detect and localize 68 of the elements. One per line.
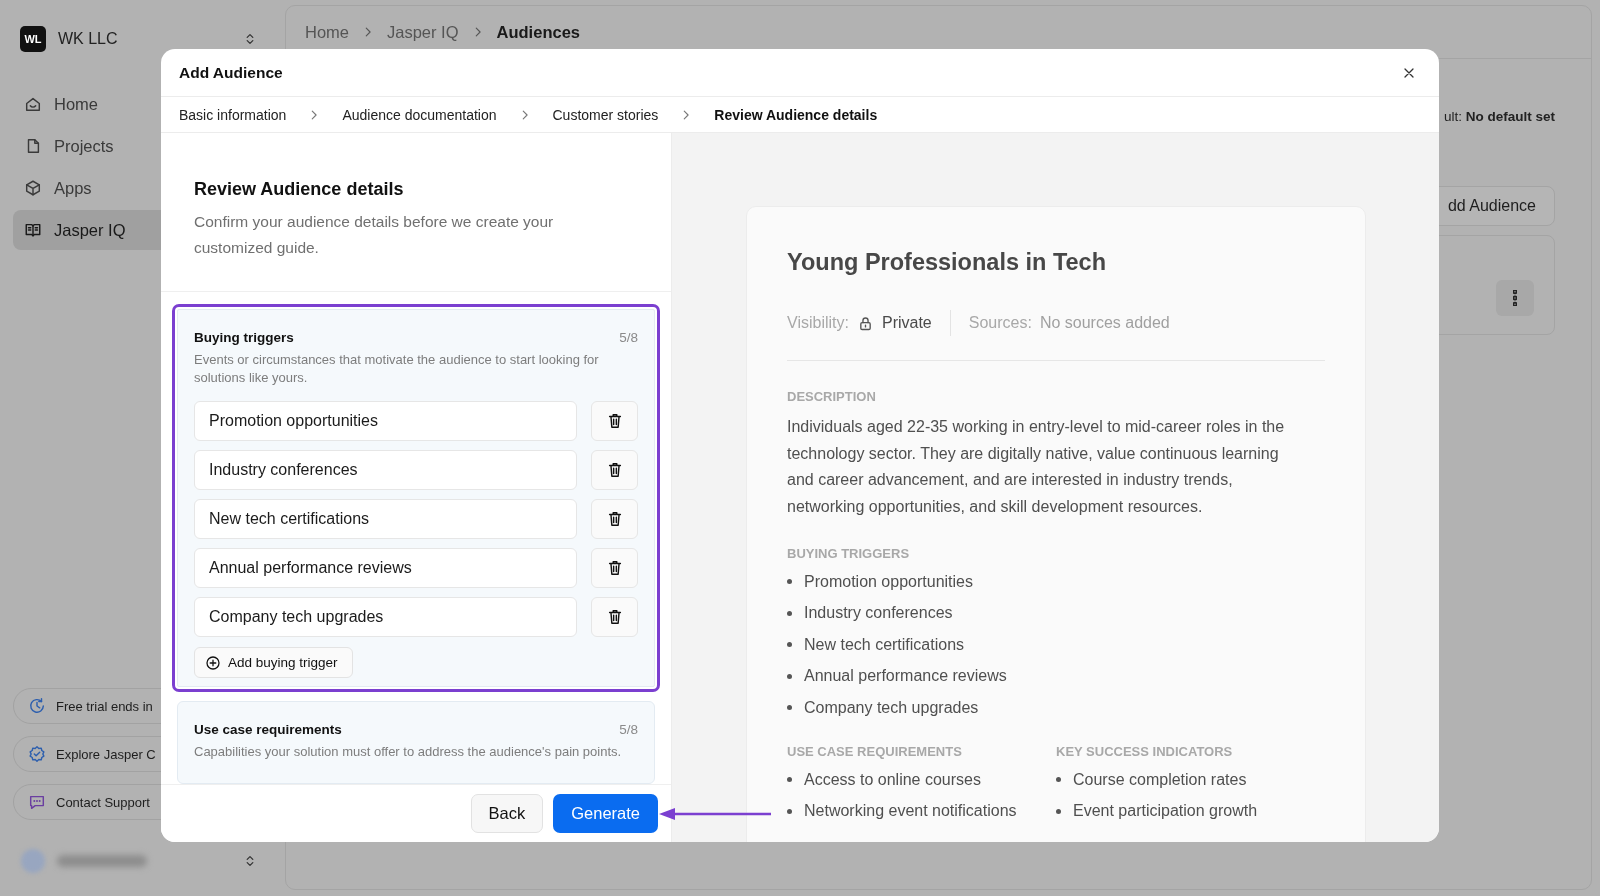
delete-button[interactable] [591,450,638,490]
breadcrumb-link[interactable]: Jasper IQ [387,22,459,42]
delete-button[interactable] [591,401,638,441]
step-tab[interactable]: Review Audience details [714,106,878,123]
bullet [787,579,792,584]
text-field[interactable]: Company tech upgrades [194,597,577,637]
bullet [787,808,792,814]
list-item: Course completion rates [1073,770,1247,789]
list-item: Networking event notifications [804,802,1017,820]
group-description: Events or circumstances that motivate the audience to start looking for solutions like yours. [194,351,600,387]
text-field[interactable]: Promotion opportunities [194,401,577,441]
block-heading: USE CASE REQUIREMENTS [787,744,963,759]
item-count: 5/8 [619,330,638,345]
block-heading: DESCRIPTION [787,389,877,404]
item-count: 5/8 [619,722,638,737]
breadcrumb-link[interactable]: Home [305,22,349,42]
list-item: Promotion opportunities [804,572,973,591]
bullet [1056,808,1061,814]
workspace-logo: WL [20,26,46,52]
text-field[interactable]: Annual performance reviews [194,548,577,588]
back-button[interactable]: Back [470,794,544,833]
list-item: Industry conferences [804,604,953,622]
bullet [787,642,792,647]
bullet [787,705,792,710]
step-tab[interactable]: Basic information [179,106,287,123]
group-title: Buying triggers [194,330,294,345]
nav-item[interactable]: Projects [13,126,272,166]
badge-check-icon [28,745,46,763]
group-title: Use case requirements [194,722,342,737]
block-heading: KEY SUCCESS INDICATORS [1056,744,1234,759]
list-item: Event participation growth [1073,802,1258,820]
home-icon [24,95,42,113]
visibility-label: Visibility: [787,314,849,332]
add-item-button[interactable]: Add buying trigger [194,647,353,678]
delete-button[interactable] [591,499,638,539]
text-field[interactable]: New tech certifications [194,499,577,539]
bullet [1056,777,1061,782]
workspace-name: WK LLC [58,30,118,48]
step-tab[interactable]: Audience documentation [342,106,497,123]
list-item: Company tech upgrades [804,698,979,717]
delete-button[interactable] [591,597,638,637]
bullet [787,673,792,679]
dialog-title: Add Audience [179,63,283,82]
chat-icon [28,793,46,811]
description-text: Individuals aged 22-35 working in entry-level to mid-career roles in the technology sector. They are digitally native, value continuous learning and career advancement, and are interested in industry trends, networking opportunities, and skill development resources. [787,417,1286,517]
sources-label: Sources: [968,314,1032,332]
plus-circle-icon [205,654,221,671]
sources-value: No sources added [1039,314,1170,332]
section-title: Review Audience details [194,179,405,200]
bullet [787,777,792,782]
visibility-value: Private [881,314,932,332]
clock-icon [28,697,46,715]
generate-button[interactable]: Generate [553,794,658,833]
delete-button[interactable] [591,548,638,588]
block-heading: BUYING TRIGGERS [787,546,911,561]
avatar [21,849,45,873]
audience-name: Young Professionals in Tech [787,249,1108,276]
list-item: Access to online courses [804,770,981,789]
text-field[interactable]: Industry conferences [194,450,577,490]
more-button[interactable] [1496,280,1534,316]
default-note: ult: No default set [1443,109,1555,124]
list-item: New tech certifications [804,635,965,654]
book-icon [24,221,42,239]
bullet [787,610,792,616]
cube-icon [24,179,42,197]
step-tab[interactable]: Customer stories [552,106,659,123]
kebab-icon [1513,290,1517,306]
list-item: Annual performance reviews [804,667,1007,685]
